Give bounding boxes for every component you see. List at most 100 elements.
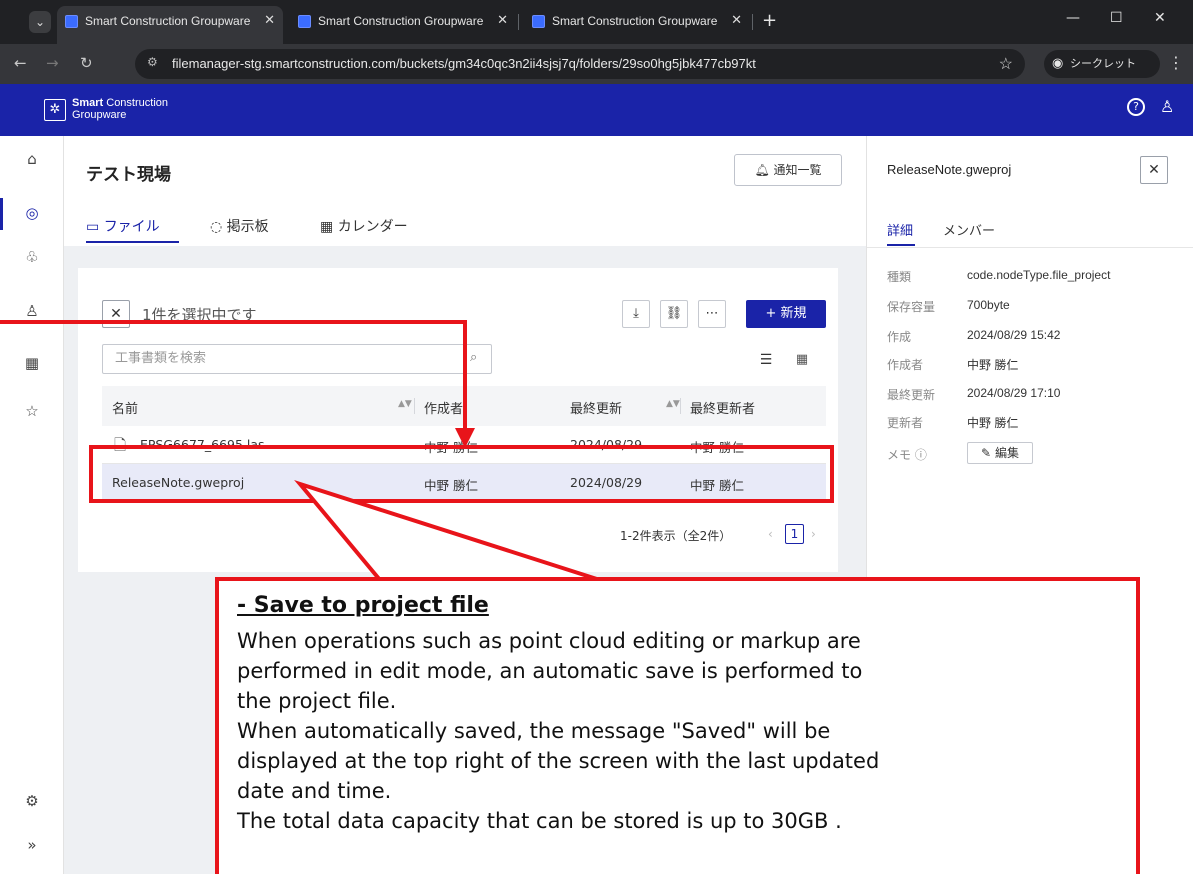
annotation-callout: - Save to project file When operations s… (215, 577, 1140, 874)
maximize-icon[interactable]: ☐ (1110, 10, 1123, 26)
callout-line: When automatically saved, the message "S… (237, 719, 831, 743)
field-label: 種類 (887, 270, 912, 284)
field-value: 中野 勝仁 (967, 416, 1019, 430)
tab-calendar[interactable]: ▦ カレンダー (320, 216, 408, 236)
browser-tab-1[interactable]: Smart Construction Groupware ✕ (57, 6, 283, 44)
tab-details[interactable]: 詳細 (887, 220, 913, 239)
gear-icon[interactable]: ⚙ (0, 792, 64, 810)
field-value: code.nodeType.file_project (967, 268, 1111, 282)
column-updater[interactable]: 最終更新者 (690, 398, 755, 417)
tab-bulletin-board[interactable]: ◌ 掲示板 (210, 216, 269, 236)
edit-memo-button[interactable]: ✎ 編集 (967, 442, 1033, 464)
table-row[interactable]: 🗋︎ EPSG6677_6695.las 中野 勝仁 2024/08/29 中野… (102, 426, 826, 464)
site-settings-icon[interactable]: ⚙ (147, 55, 158, 69)
table-header: 名前 ▲▼ 作成者 最終更新 ▲▼ 最終更新者 (102, 386, 826, 426)
calendar-icon[interactable]: ▦ (0, 354, 64, 372)
chevron-left-icon[interactable]: ‹ (768, 527, 773, 541)
sort-icon[interactable]: ▲▼ (666, 399, 680, 409)
callout-line: displayed at the top right of the screen… (237, 749, 880, 773)
browser-tab-2[interactable]: Smart Construction Groupware ✕ (290, 6, 516, 44)
incognito-icon: ◉ (1052, 56, 1064, 71)
favicon-icon (532, 15, 545, 28)
home-icon[interactable]: ⌂ (0, 150, 64, 168)
selection-count: 1件を選択中です (142, 306, 257, 324)
field-label: 保存容量 (887, 300, 936, 314)
logo-text: Smart Construction (72, 97, 168, 109)
user-icon[interactable]: ♙ (0, 302, 64, 320)
favicon-icon (298, 15, 311, 28)
forward-icon[interactable]: → (46, 54, 59, 72)
field-label: 作成 (887, 330, 912, 344)
clear-selection-button[interactable]: ✕ (102, 300, 130, 328)
field-value: 700byte (967, 298, 1010, 312)
question-circle-icon[interactable]: ? (1127, 98, 1145, 116)
table-row-selected[interactable]: ReleaseNote.gweproj 中野 勝仁 2024/08/29 中野 … (102, 464, 826, 502)
chevron-right-icon[interactable]: › (811, 527, 816, 541)
callout-line: The total data capacity that can be stor… (237, 809, 842, 833)
tab-divider (518, 14, 519, 30)
file-icon: 🗋︎ (114, 436, 127, 454)
new-button[interactable]: + 新規 (746, 300, 826, 328)
detail-tab-underline (887, 244, 915, 246)
close-icon[interactable]: ✕ (497, 6, 508, 36)
close-icon[interactable]: ✕ (731, 6, 742, 36)
browser-tab-bar: ⌄ Smart Construction Groupware ✕ Smart C… (0, 0, 1193, 44)
bell-icon: 🔔︎ (754, 163, 770, 177)
tab-search-button[interactable]: ⌄ (29, 11, 51, 33)
pagination-summary: 1-2件表示（全2件） (620, 529, 732, 543)
star-icon[interactable]: ☆ (0, 402, 64, 420)
people-icon[interactable]: ♧ (0, 248, 64, 266)
close-icon[interactable]: ✕ (264, 6, 275, 36)
link-icon[interactable]: ⛓ (660, 300, 688, 328)
detail-title: ReleaseNote.gweproj (887, 162, 1012, 177)
minimize-icon[interactable]: — (1066, 10, 1080, 26)
callout-title: - Save to project file (237, 593, 489, 618)
favicon-icon (65, 15, 78, 28)
expand-icon[interactable]: » (0, 836, 64, 854)
file-list-card: ✕ 1件を選択中です ⤓ ⛓ ⋯ + 新規 工事書類を検索 ⌕ ☰ ▦ 名前 ▲… (78, 268, 838, 572)
browser-menu-icon[interactable]: ⋮ (1168, 53, 1184, 72)
column-name[interactable]: 名前 (112, 398, 138, 417)
location-icon[interactable]: ◎ (0, 204, 64, 222)
user-icon[interactable]: ♙ (1160, 97, 1174, 116)
document-search-input[interactable]: 工事書類を検索 (102, 344, 492, 374)
logo-icon[interactable]: ✲ (44, 99, 66, 121)
column-creator[interactable]: 作成者 (424, 398, 463, 417)
callout-line: performed in edit mode, an automatic sav… (237, 659, 863, 683)
field-label: 作成者 (887, 358, 924, 372)
app-header: ✲ Smart Construction Groupware ? ♙ (0, 84, 1193, 136)
sort-icon[interactable]: ▲▼ (398, 399, 412, 409)
browser-tab-3[interactable]: Smart Construction Groupware ✕ (524, 6, 750, 44)
callout-line: the project file. (237, 689, 397, 713)
back-icon[interactable]: ← (14, 54, 27, 72)
calendar-icon: ▦ (320, 219, 334, 235)
bookmark-star-icon[interactable]: ☆ (999, 54, 1013, 74)
url-field[interactable]: ⚙ filemanager-stg.smartconstruction.com/… (135, 49, 1025, 79)
new-tab-button[interactable]: + (762, 10, 777, 31)
field-label: 更新者 (887, 416, 924, 430)
download-icon[interactable]: ⤓ (622, 300, 650, 328)
grid-view-icon[interactable]: ▦ (790, 348, 814, 372)
close-panel-button[interactable]: ✕ (1140, 156, 1168, 184)
field-label: 最終更新 (887, 388, 936, 402)
page-title: テスト現場 (86, 165, 171, 185)
tab-divider (752, 14, 753, 30)
page-number-button[interactable]: 1 (785, 524, 804, 544)
search-icon[interactable]: ⌕ (470, 350, 477, 365)
callout-line: When operations such as point cloud edit… (237, 629, 861, 653)
tab-files[interactable]: ▭ ファイル (86, 216, 160, 236)
field-value: 中野 勝仁 (967, 358, 1019, 372)
reload-icon[interactable]: ↻ (80, 54, 93, 72)
tab-active-underline (86, 241, 179, 243)
pencil-icon: ✎ (981, 446, 992, 460)
notification-list-button[interactable]: 🔔︎ 通知一覧 (734, 154, 842, 186)
field-value: 2024/08/29 15:42 (967, 328, 1061, 342)
incognito-badge[interactable]: ◉ シークレット (1044, 50, 1160, 78)
browser-address-bar: ← → ↻ ⚙ filemanager-stg.smartconstructio… (0, 44, 1193, 84)
memo-label: メモ ⓘ (887, 448, 927, 462)
window-close-icon[interactable]: ✕ (1154, 10, 1166, 26)
list-view-icon[interactable]: ☰ (754, 348, 778, 372)
more-icon[interactable]: ⋯ (698, 300, 726, 328)
column-updated[interactable]: 最終更新 (570, 398, 622, 417)
tab-members[interactable]: メンバー (943, 220, 995, 239)
